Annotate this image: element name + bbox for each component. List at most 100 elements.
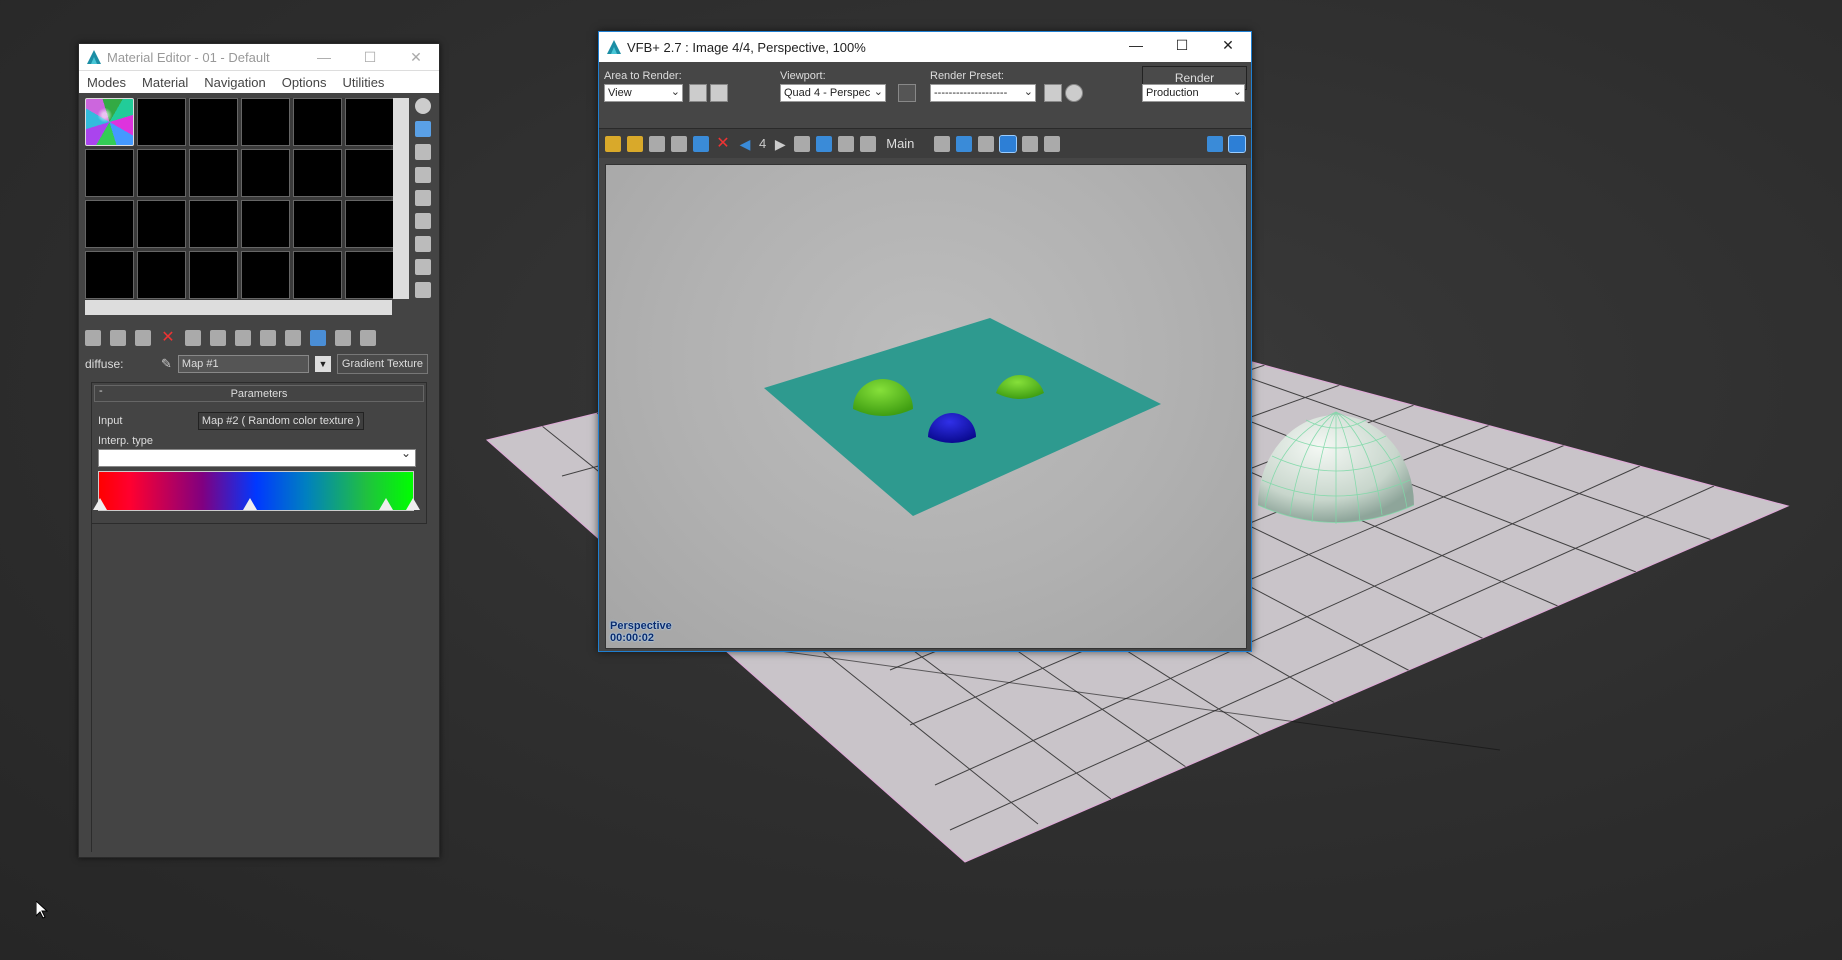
sample-slot[interactable] — [293, 251, 342, 299]
show-panel-icon[interactable] — [1022, 135, 1039, 152]
vfb-titlebar[interactable]: VFB+ 2.7 : Image 4/4, Perspective, 100% … — [599, 32, 1251, 62]
sample-slot[interactable] — [85, 149, 134, 197]
sample-slot[interactable] — [137, 98, 186, 146]
backlight-icon[interactable] — [415, 121, 431, 137]
sample-slot[interactable] — [345, 200, 394, 248]
parameters-rollout-header[interactable]: - Parameters — [94, 385, 424, 402]
sample-slot[interactable] — [137, 149, 186, 197]
slots-vertical-scrollbar[interactable] — [393, 98, 409, 299]
menu-options[interactable]: Options — [274, 75, 335, 90]
video-color-check-icon[interactable] — [415, 190, 431, 206]
get-material-icon[interactable] — [85, 330, 101, 346]
photoshop-icon[interactable] — [693, 135, 709, 152]
environment-effects-icon[interactable] — [1065, 84, 1083, 102]
sample-type-icon[interactable] — [415, 98, 431, 114]
material-id-channel-icon[interactable] — [235, 330, 251, 346]
menu-navigation[interactable]: Navigation — [196, 75, 273, 90]
ab-compare-icon[interactable] — [794, 135, 811, 152]
put-to-scene-icon[interactable] — [110, 330, 126, 346]
text-stamp-icon[interactable] — [956, 135, 973, 152]
sample-slot[interactable] — [189, 149, 238, 197]
history-icon[interactable] — [838, 135, 855, 152]
render-setup-icon[interactable] — [1044, 84, 1062, 102]
render-mode-dropdown[interactable]: Production ⌄ — [1142, 84, 1245, 102]
eyedropper-icon[interactable]: ✎ — [161, 356, 172, 372]
select-by-material-icon[interactable] — [415, 259, 431, 275]
edit-region-icon[interactable] — [710, 84, 728, 102]
sample-slot-active[interactable] — [85, 98, 134, 146]
sample-slot[interactable] — [137, 200, 186, 248]
area-to-render-dropdown[interactable]: View ⌄ — [604, 84, 683, 102]
go-forward-to-sibling-icon[interactable] — [335, 330, 351, 346]
options-icon[interactable] — [415, 236, 431, 252]
assign-to-selection-icon[interactable] — [135, 330, 151, 346]
input-map-button[interactable]: Map #2 ( Random color texture ) — [198, 412, 364, 430]
next-image-icon[interactable]: ▶ — [772, 136, 788, 152]
gradient-flag-end[interactable] — [406, 498, 420, 510]
make-unique-icon[interactable] — [185, 330, 201, 346]
open-image-icon[interactable] — [627, 135, 643, 152]
tracking-icon[interactable] — [1228, 134, 1246, 153]
close-button[interactable]: ✕ — [1205, 32, 1251, 58]
menu-modes[interactable]: Modes — [79, 75, 134, 90]
image-info-icon[interactable] — [860, 135, 877, 152]
go-to-parent-icon[interactable] — [310, 330, 326, 346]
maximize-button[interactable]: ☐ — [1159, 32, 1205, 58]
material-editor-titlebar[interactable]: Material Editor - 01 - Default — ☐ ✕ — [79, 44, 439, 70]
sample-slot[interactable] — [137, 251, 186, 299]
make-preview-icon[interactable] — [415, 213, 431, 229]
gradient-flag-mid[interactable] — [243, 498, 257, 510]
rendered-image[interactable]: Perspective 00:00:02 — [605, 164, 1247, 649]
menu-utilities[interactable]: Utilities — [335, 75, 393, 90]
map-name-field[interactable]: Map #1 — [177, 355, 309, 373]
lock-viewport-icon[interactable] — [898, 84, 916, 102]
gradient-flag-start[interactable] — [93, 498, 107, 510]
sample-slot[interactable] — [241, 149, 290, 197]
material-editor-window[interactable]: Material Editor - 01 - Default — ☐ ✕ Mod… — [78, 43, 440, 858]
clone-frame-icon[interactable] — [671, 135, 687, 152]
sample-slot[interactable] — [241, 251, 290, 299]
map-name-dropdown[interactable]: ▼ — [314, 356, 331, 372]
sample-uv-tiling-icon[interactable] — [415, 167, 431, 183]
maximize-button[interactable]: ☐ — [347, 44, 393, 70]
sample-slot[interactable] — [345, 98, 394, 146]
menu-material[interactable]: Material — [134, 75, 196, 90]
previous-image-icon[interactable]: ◀ — [737, 136, 753, 152]
checker-background-icon[interactable] — [415, 144, 431, 160]
pick-material-icon[interactable] — [360, 330, 376, 346]
clear-image-icon[interactable]: ✕ — [715, 135, 731, 152]
sample-slot[interactable] — [293, 98, 342, 146]
channel-selector[interactable]: Main — [886, 136, 914, 151]
sample-slot[interactable] — [85, 200, 134, 248]
preview-eye-icon[interactable] — [1207, 135, 1223, 152]
sample-slot[interactable] — [189, 98, 238, 146]
render-preset-dropdown[interactable]: -------------------- ⌄ — [930, 84, 1036, 102]
material-map-navigator-icon[interactable] — [415, 282, 431, 298]
sample-slot[interactable] — [345, 251, 394, 299]
copy-image-icon[interactable] — [649, 135, 665, 152]
sample-slot[interactable] — [241, 98, 290, 146]
minimize-button[interactable]: — — [1113, 32, 1159, 58]
collapse-toggle[interactable]: - — [99, 385, 103, 397]
minimize-button[interactable]: — — [301, 44, 347, 70]
interp-type-dropdown[interactable] — [98, 446, 416, 467]
display-correction-icon[interactable] — [816, 135, 833, 152]
viewport-dropdown[interactable]: Quad 4 - Perspec ⌄ — [780, 84, 886, 102]
fit-view-icon[interactable] — [999, 134, 1018, 153]
put-to-library-icon[interactable] — [210, 330, 226, 346]
save-image-icon[interactable] — [605, 135, 621, 152]
show-end-result-icon[interactable] — [285, 330, 301, 346]
sample-slot[interactable] — [189, 200, 238, 248]
sample-slot[interactable] — [85, 251, 134, 299]
reset-map-icon[interactable]: ✕ — [160, 330, 176, 346]
map-type-button[interactable]: Gradient Texture — [336, 354, 429, 374]
gradient-ramp[interactable] — [93, 471, 420, 511]
sample-slot[interactable] — [293, 200, 342, 248]
show-shaded-in-viewport-icon[interactable] — [260, 330, 276, 346]
tools-icon[interactable] — [1044, 135, 1061, 152]
slots-horizontal-scrollbar[interactable] — [85, 300, 392, 315]
sample-slot[interactable] — [345, 149, 394, 197]
auto-region-icon[interactable] — [689, 84, 707, 102]
sample-slot[interactable] — [241, 200, 290, 248]
sample-slot[interactable] — [293, 149, 342, 197]
